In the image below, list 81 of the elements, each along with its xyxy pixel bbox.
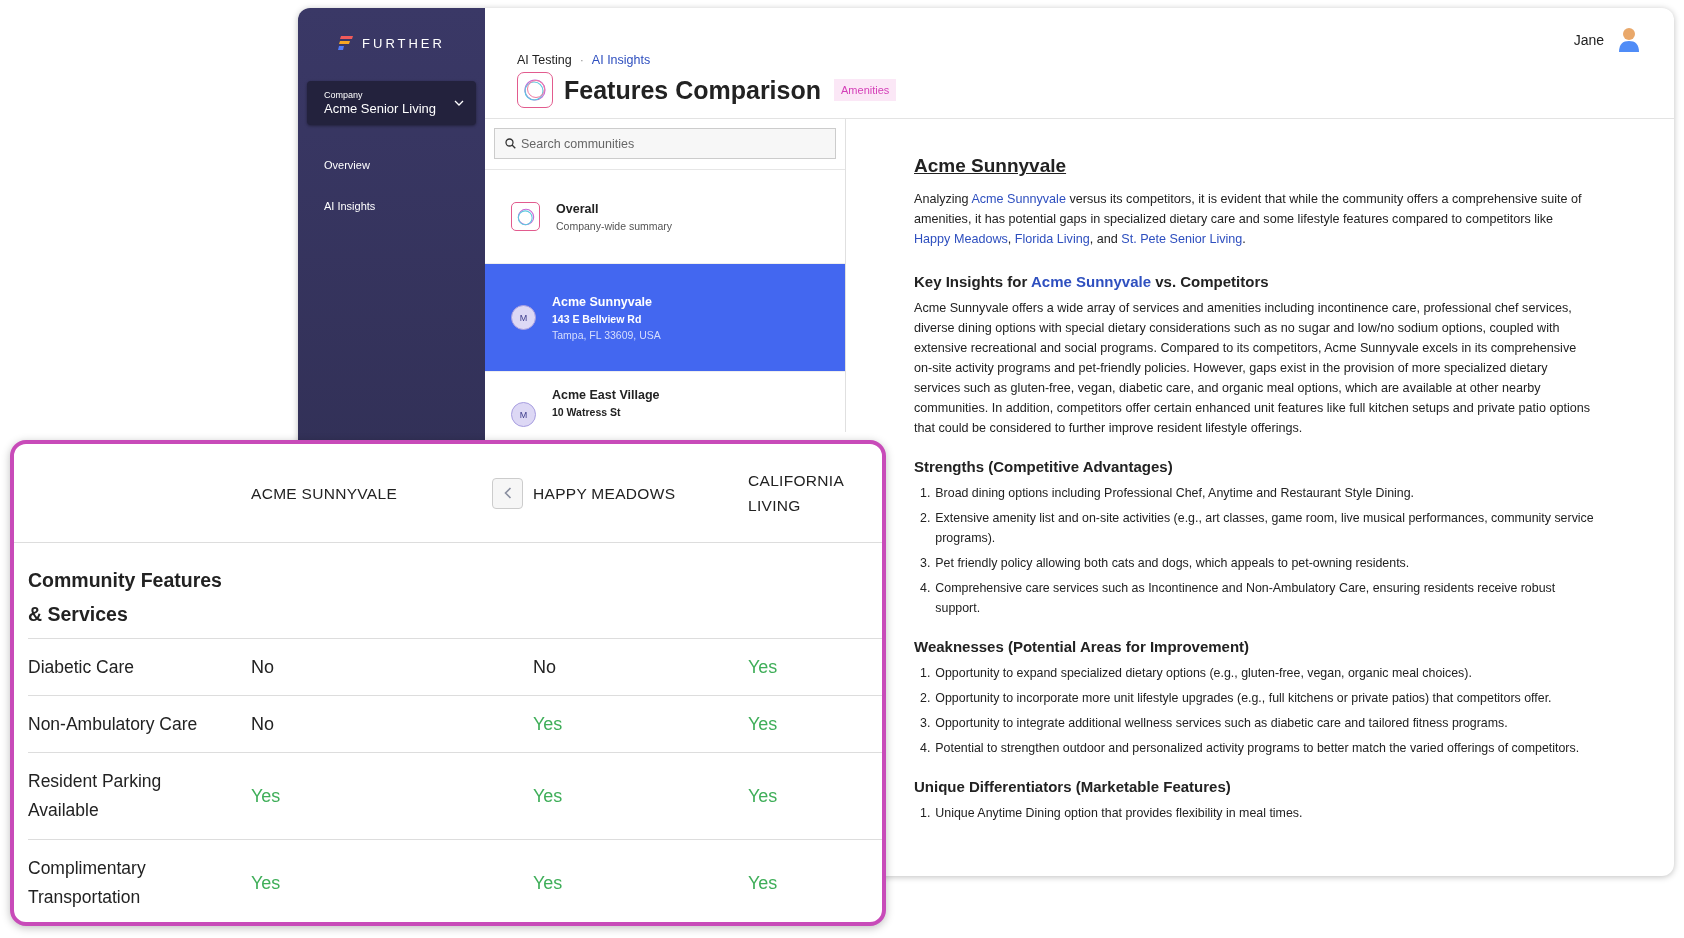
- community-heading: Acme Sunnyvale: [914, 155, 1068, 177]
- logo-text: FURTHER: [362, 35, 445, 51]
- list-number: 3.: [920, 555, 931, 572]
- user-name: Jane: [1573, 32, 1604, 48]
- insights-paragraph: Acme Sunnyvale offers a wide array of services and amenities including incontinence care, professional chef services, diverse dining options with special dietary considerations such as no sugar and low/no sodium options, coupled with extensive recreational and social programs. Compared to its competitors, Acme Sunnyvale excels in its comprehensive on-site activity programs and pet-friendly policies. However, gaps exist in the provision of more specialized dietary services such as gluten-free, vegan, diabetic care, and organic meal options, which are available at other nearby communities. In addition, competitors offer certain enhanced unit features like full kitchen setups and private patio options that could be considered to further improve resident lifestyle offerings.: [914, 300, 1592, 437]
- section-heading: Unique Differentiators (Marketable Features): [914, 778, 1232, 795]
- column-header: ACME SUNNYVALE: [251, 483, 398, 504]
- breadcrumb-separator: ·: [579, 53, 584, 67]
- community-link[interactable]: Florida Living: [1014, 232, 1090, 246]
- list-item-text: Pet friendly policy allowing both cats and dogs, which appeals to pet-owning residents.: [935, 555, 1410, 572]
- community-name: Overall: [556, 201, 600, 216]
- list-number: 4.: [920, 580, 931, 597]
- company-label: Company: [324, 90, 364, 100]
- table-cell-text: Yes: [748, 656, 779, 678]
- community-detail: Tampa, FL 33609, USA: [552, 328, 661, 341]
- breadcrumb-link[interactable]: AI Insights: [591, 53, 651, 67]
- table-cell-text: Yes: [533, 872, 564, 894]
- table-cell-text: Yes: [251, 872, 282, 894]
- column-header: CALIFORNIA LIVING: [748, 471, 845, 516]
- search-field[interactable]: Search communities: [494, 128, 836, 159]
- list-item-text: Comprehensive care services such as Incontinence and Non-Ambulatory Care, ensuring residents receive robust support.: [935, 580, 1557, 617]
- community-link[interactable]: Acme Sunnyvale: [971, 192, 1066, 206]
- community-detail: Company-wide summary: [556, 219, 673, 232]
- previous-button[interactable]: [492, 477, 523, 509]
- insights-ring-icon: [511, 202, 540, 231]
- table-cell-text: No: [251, 656, 275, 678]
- list-number: 2.: [920, 510, 931, 527]
- community-link[interactable]: Happy Meadows: [914, 232, 1008, 246]
- nav-item[interactable]: Overview: [307, 159, 476, 171]
- table-cell-text: Yes: [533, 785, 564, 807]
- list-item-text: Broad dining options including Professional Chef, Anytime and Restaurant Style Dining.: [935, 485, 1415, 502]
- list-number: 1.: [920, 485, 931, 502]
- community-detail: 10 Watress St: [552, 406, 622, 418]
- list-item-text: Opportunity to incorporate more unit lifestyle upgrades (e.g., full kitchens or private patios) that competitors offer.: [935, 690, 1552, 707]
- table-cell-text: Yes: [251, 785, 282, 807]
- nav-item[interactable]: AI Insights: [307, 200, 476, 212]
- table-cell-text: Yes: [748, 713, 779, 735]
- list-item-text: Extensive amenity list and on-site activities (e.g., art classes, game room, live musical performances, community service programs).: [935, 510, 1594, 547]
- feature-label: Non-Ambulatory Care: [28, 712, 199, 736]
- table-cell-text: No: [251, 713, 275, 735]
- breadcrumb-link[interactable]: AI Testing: [517, 53, 572, 67]
- list-item-text: Opportunity to integrate additional wellness services such as diabetic care and tailored fitness programs.: [935, 715, 1508, 732]
- chevron-left-icon: [503, 487, 512, 499]
- insights-ring-icon: [517, 72, 553, 108]
- community-item[interactable]: M Acme East Village 10 Watress St: [485, 372, 845, 431]
- community-item[interactable]: M Acme Sunnyvale 143 E Bellview Rd Tampa, FL 33609, USA: [485, 264, 845, 372]
- list-number: 4.: [920, 740, 931, 757]
- company-dropdown[interactable]: Company Acme Senior Living: [307, 81, 476, 125]
- community-name: Acme Sunnyvale: [552, 294, 654, 309]
- list-number: 1.: [920, 665, 931, 682]
- community-avatar: M: [511, 305, 536, 330]
- list-number: 3.: [920, 715, 931, 732]
- category-tag: Amenities: [834, 79, 897, 101]
- community-name: Acme East Village: [552, 388, 660, 402]
- feature-label: Resident Parking Available: [28, 770, 163, 822]
- logo-icon: [338, 35, 355, 51]
- list-item-text: Potential to strengthen outdoor and personalized activity programs to better match the varied offerings of competitors.: [935, 740, 1580, 757]
- list-number: 1.: [920, 805, 931, 822]
- section-heading: Weaknesses (Potential Areas for Improvement): [914, 638, 1251, 655]
- table-cell-text: Yes: [748, 872, 779, 894]
- community-link[interactable]: Acme Sunnyvale: [1030, 273, 1152, 290]
- company-name: Acme Senior Living: [324, 101, 436, 116]
- section-heading: Strengths (Competitive Advantages): [914, 458, 1174, 475]
- chevron-down-icon: [454, 100, 464, 106]
- table-cell-text: Yes: [748, 785, 779, 807]
- list-number: 2.: [920, 690, 931, 707]
- column-header: HAPPY MEADOWS: [533, 483, 676, 504]
- community-avatar: M: [511, 402, 536, 427]
- list-item-text: Opportunity to expand specialized dietary options (e.g., gluten-free, vegan, organic meal choices).: [935, 665, 1472, 682]
- table-cell-text: Yes: [533, 713, 564, 735]
- community-detail: 143 E Bellview Rd: [552, 312, 643, 325]
- section-heading: Key Insights for Acme Sunnyvale vs. Competitors: [914, 273, 1270, 290]
- list-item-text: Unique Anytime Dining option that provides flexibility in meal times.: [935, 805, 1303, 822]
- feature-label: Complimentary Transportation: [28, 857, 147, 909]
- user-avatar-icon[interactable]: [1618, 27, 1640, 53]
- page-title: Features Comparison: [564, 75, 821, 105]
- intro-paragraph: Analyzing Acme Sunnyvale versus its competitors, it is evident that while the community offers a comprehensive suite of amenities, it has potential gaps in specialized dietary care and some lifestyle features compared to competitors like Happy Meadows, Florida Living, and St. Pete Senior Living.: [914, 191, 1583, 248]
- search-icon: [505, 138, 516, 149]
- feature-label: Diabetic Care: [28, 655, 136, 679]
- table-section-title: Community Features & Services: [28, 568, 223, 627]
- table-cell-text: No: [533, 656, 557, 678]
